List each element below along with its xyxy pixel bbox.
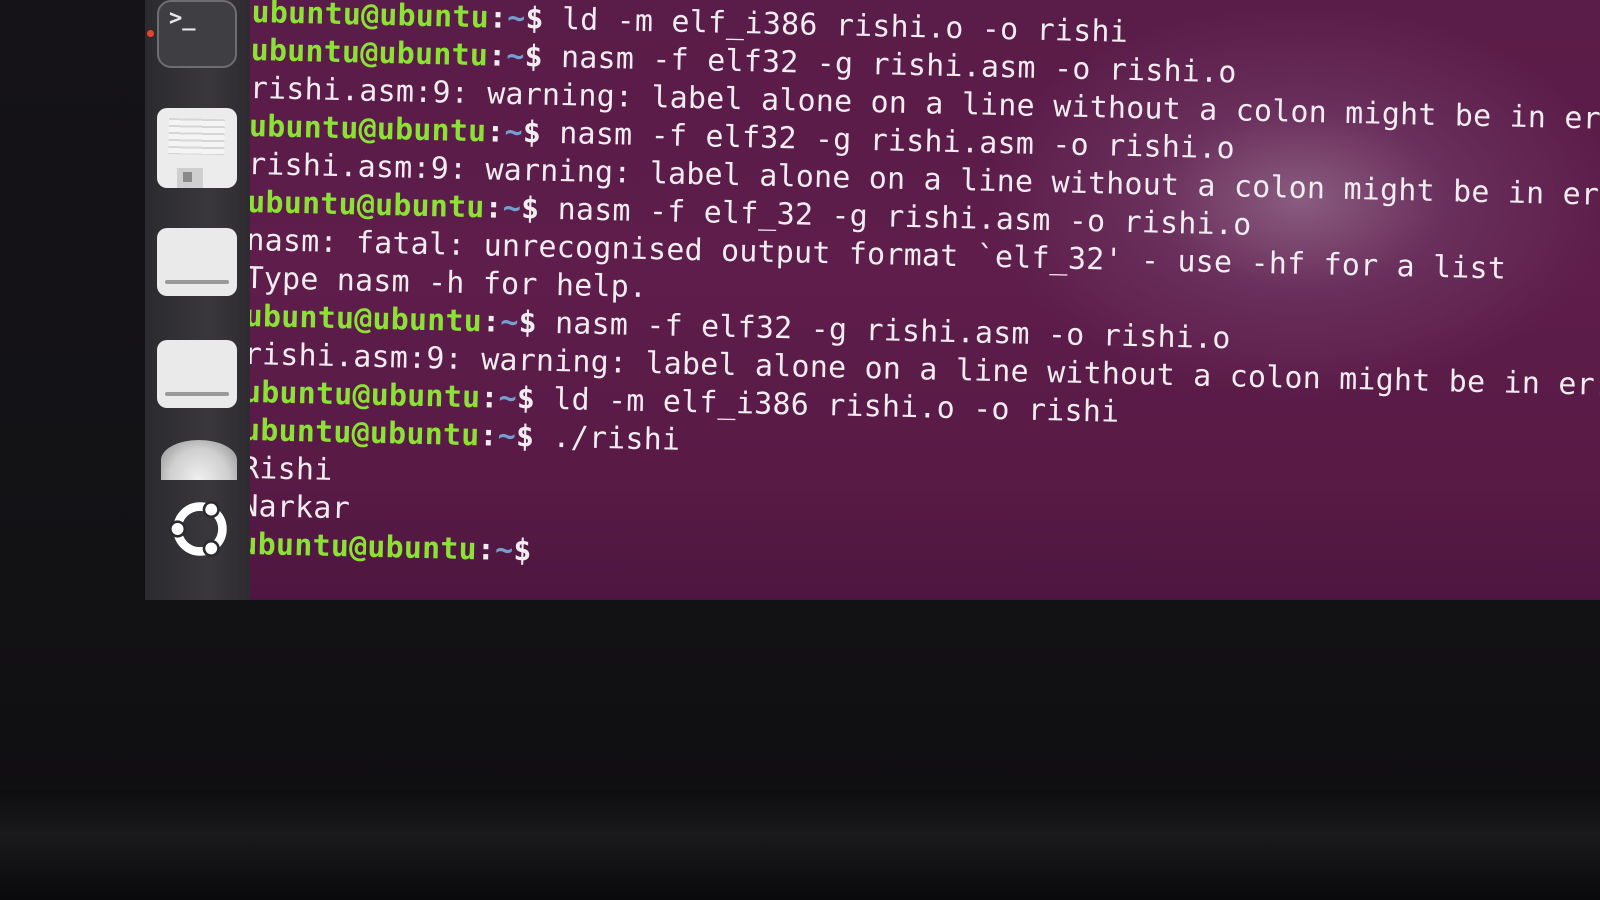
drive-icon[interactable] (157, 340, 237, 408)
prompt-symbol: $ (524, 39, 544, 75)
prompt-separator: : (481, 304, 501, 340)
prompt-separator: : (479, 418, 499, 454)
prompt-symbol: $ (516, 381, 536, 417)
prompt-path: ~ (499, 304, 519, 341)
floppy-save-icon[interactable] (157, 108, 237, 188)
prompt-separator: : (476, 532, 496, 568)
prompt-user-host: ubuntu@ubuntu (250, 412, 480, 454)
prompt-symbol: $ (520, 191, 540, 227)
prompt-path: ~ (497, 418, 517, 455)
monitor-screen: >_ ubuntu@ubuntu:~$ ld -m elf_i386 rishi… (0, 0, 1600, 900)
prompt-symbol: $ (518, 305, 538, 341)
prompt-user-host: ubuntu@ubuntu (250, 526, 478, 568)
trash-icon[interactable] (161, 440, 237, 480)
prompt-symbol: $ (522, 115, 542, 151)
prompt-user-host: ubuntu@ubuntu (250, 298, 483, 340)
terminal-prompt-glyph: >_ (169, 6, 196, 31)
terminal-window[interactable]: ubuntu@ubuntu:~$ ld -m elf_i386 rishi.o … (250, 0, 1600, 600)
terminal-output: ubuntu@ubuntu:~$ ld -m elf_i386 rishi.o … (250, 0, 1600, 595)
prompt-symbol: $ (525, 1, 545, 37)
prompt-symbol: $ (512, 533, 533, 569)
prompt-path: ~ (498, 380, 518, 417)
ubuntu-logo-icon[interactable] (167, 496, 233, 562)
prompt-path: ~ (506, 0, 526, 37)
terminal-launcher-icon[interactable]: >_ (157, 0, 237, 68)
prompt-separator: : (487, 38, 507, 74)
prompt-separator: : (484, 190, 504, 226)
prompt-path: ~ (502, 190, 522, 227)
prompt-separator: : (485, 114, 505, 150)
prompt-path: ~ (494, 532, 514, 569)
prompt-user-host: ubuntu@ubuntu (250, 108, 487, 150)
prompt-separator: : (479, 380, 499, 416)
prompt-user-host: ubuntu@ubuntu (250, 374, 481, 416)
command-text: ./rishi (533, 419, 681, 458)
prompt-user-host: ubuntu@ubuntu (250, 184, 486, 226)
prompt-symbol: $ (515, 419, 535, 455)
floppy-label-lines (168, 118, 225, 156)
prompt-user-host: ubuntu@ubuntu (250, 32, 489, 74)
prompt-separator: : (488, 0, 508, 36)
text-cursor (531, 536, 548, 566)
prompt-path: ~ (504, 114, 524, 151)
prompt-path: ~ (505, 38, 525, 75)
launcher-dock: >_ (145, 0, 250, 600)
floppy-shutter (177, 168, 203, 188)
running-indicator (147, 30, 154, 37)
drive-icon[interactable] (157, 228, 237, 296)
prompt-user-host: ubuntu@ubuntu (251, 0, 490, 36)
monitor-bezel (0, 790, 1600, 900)
